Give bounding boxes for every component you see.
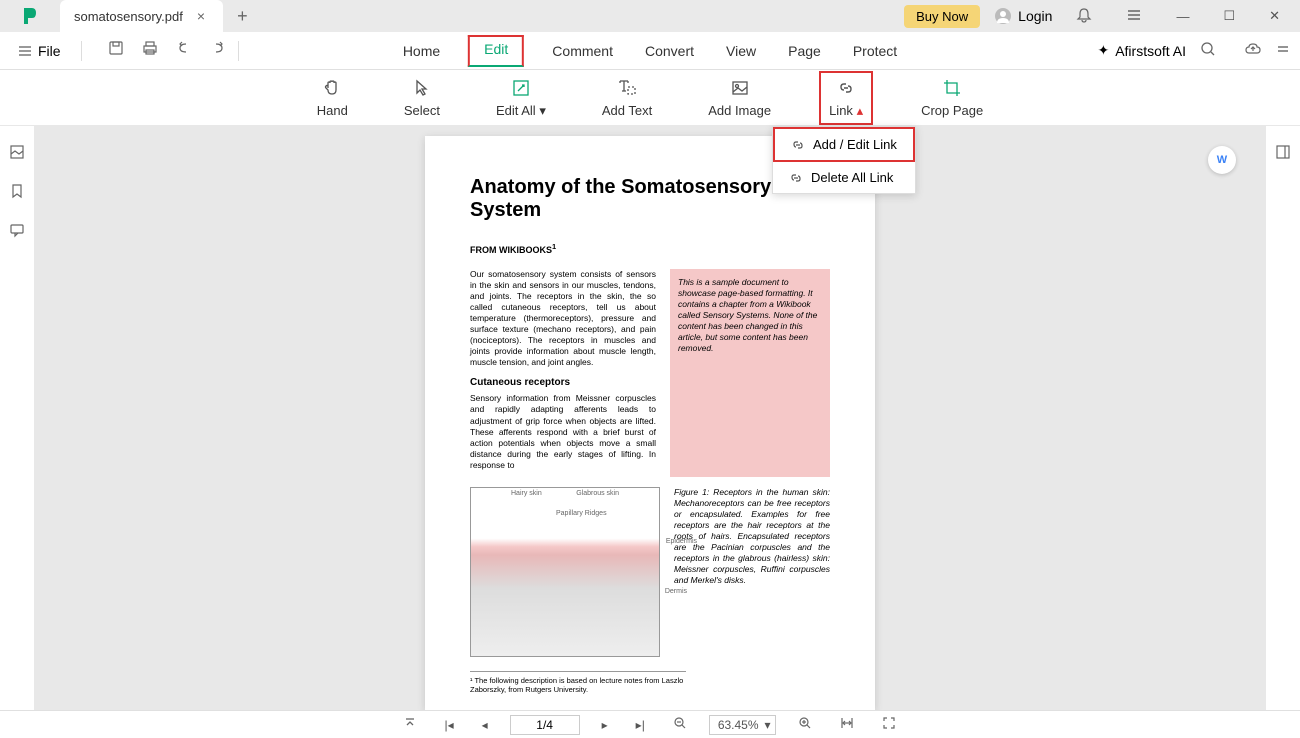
first-page-icon[interactable]: |◂ <box>438 716 459 734</box>
panel-icon[interactable] <box>1275 144 1291 165</box>
close-window-button[interactable]: ✕ <box>1259 2 1290 30</box>
add-edit-link-item[interactable]: Add / Edit Link <box>773 127 915 162</box>
tool-add-image[interactable]: Add Image <box>700 73 779 122</box>
doc-note: This is a sample document to showcase pa… <box>670 269 830 477</box>
save-icon[interactable] <box>108 40 124 61</box>
menubar: File Home Edit Comment Convert View Page… <box>0 32 1300 70</box>
sidebar-right <box>1266 126 1300 710</box>
text-icon <box>617 77 637 99</box>
toolbar: Hand Select Edit All ▾ Add Text Add Imag… <box>0 70 1300 126</box>
menu-view[interactable]: View <box>722 35 760 67</box>
doc-footnote: ¹ The following description is based on … <box>470 671 686 694</box>
crop-icon <box>942 77 962 99</box>
thumbnails-icon[interactable] <box>9 144 25 165</box>
menu-icon[interactable] <box>1116 1 1152 32</box>
hamburger-icon <box>18 44 32 58</box>
pdf-page: Anatomy of the Somatosensory System FROM… <box>425 136 875 710</box>
page-input[interactable] <box>510 715 580 735</box>
delete-all-link-item[interactable]: Delete All Link <box>773 162 915 193</box>
doc-figure-caption: Figure 1: Receptors in the human skin: M… <box>674 487 830 657</box>
login-button[interactable]: Login <box>994 7 1052 25</box>
sparkle-icon: ✦ <box>1097 42 1109 59</box>
doc-figure: Hairy skin Glabrous skin Epidermis Dermi… <box>470 487 660 657</box>
minimize-button[interactable]: — <box>1166 3 1199 30</box>
tool-select[interactable]: Select <box>396 73 448 122</box>
tab-title: somatosensory.pdf <box>74 9 183 24</box>
hand-icon <box>322 77 342 99</box>
prev-page-icon[interactable]: ◂ <box>476 716 494 734</box>
divider <box>81 41 82 61</box>
word-badge[interactable]: W <box>1208 146 1236 174</box>
buy-now-button[interactable]: Buy Now <box>904 5 980 28</box>
more-icon[interactable] <box>1276 42 1290 59</box>
zoom-out-icon[interactable] <box>667 714 693 735</box>
bell-icon[interactable] <box>1066 1 1102 32</box>
main-area: W Anatomy of the Somatosensory System FR… <box>0 126 1300 710</box>
maximize-button[interactable]: ☐ <box>1213 2 1245 30</box>
file-menu[interactable]: File <box>10 39 69 63</box>
doc-subtitle: FROM WIKIBOOKS1 <box>470 242 830 255</box>
close-tab-icon[interactable]: × <box>193 8 209 24</box>
document-viewport[interactable]: W Anatomy of the Somatosensory System FR… <box>34 126 1266 710</box>
cursor-icon <box>412 77 432 99</box>
menu-comment[interactable]: Comment <box>548 35 617 67</box>
zoom-in-icon[interactable] <box>792 714 818 735</box>
print-icon[interactable] <box>142 40 158 61</box>
menu-protect[interactable]: Protect <box>849 35 901 67</box>
next-page-icon[interactable]: ▸ <box>596 716 614 734</box>
titlebar: somatosensory.pdf × + Buy Now Login — ☐ … <box>0 0 1300 32</box>
last-page-icon[interactable]: ▸| <box>630 716 651 734</box>
divider <box>238 41 239 61</box>
document-tab[interactable]: somatosensory.pdf × <box>60 0 223 32</box>
image-icon <box>730 77 750 99</box>
menu-home[interactable]: Home <box>399 35 444 67</box>
user-icon <box>994 7 1012 25</box>
sidebar-left <box>0 126 34 710</box>
statusbar: |◂ ◂ ▸ ▸| 63.45% ▾ <box>0 710 1300 738</box>
tool-add-text[interactable]: Add Text <box>594 73 660 122</box>
menu-edit[interactable]: Edit <box>468 35 524 67</box>
redo-icon[interactable] <box>210 40 226 61</box>
link-dropdown: Add / Edit Link Delete All Link <box>772 126 916 194</box>
zoom-select[interactable]: 63.45% ▾ <box>709 715 776 735</box>
menu-convert[interactable]: Convert <box>641 35 698 67</box>
doc-paragraph: Sensory information from Meissner corpus… <box>470 393 656 470</box>
doc-heading: Cutaneous receptors <box>470 376 656 389</box>
fit-width-icon[interactable] <box>834 714 860 735</box>
link-icon <box>791 138 805 152</box>
cloud-icon[interactable] <box>1244 42 1262 59</box>
menu-page[interactable]: Page <box>784 35 825 67</box>
doc-paragraph: Our somatosensory system consists of sen… <box>470 269 656 368</box>
app-logo <box>18 4 42 28</box>
fit-page-icon[interactable] <box>876 714 902 735</box>
link-icon <box>789 171 803 185</box>
search-icon[interactable] <box>1200 41 1216 60</box>
undo-icon[interactable] <box>176 40 192 61</box>
edit-icon <box>511 77 531 99</box>
tool-link[interactable]: Link ▴ <box>819 71 873 125</box>
link-icon <box>836 77 856 99</box>
bookmark-icon[interactable] <box>9 183 25 204</box>
tool-crop[interactable]: Crop Page <box>913 73 991 122</box>
tool-hand[interactable]: Hand <box>309 73 356 122</box>
scroll-top-icon[interactable] <box>398 715 422 734</box>
tool-edit-all[interactable]: Edit All ▾ <box>488 73 554 123</box>
ai-button[interactable]: ✦ Afirstsoft AI <box>1097 42 1186 59</box>
new-tab-button[interactable]: + <box>223 6 262 27</box>
comment-icon[interactable] <box>9 222 25 243</box>
